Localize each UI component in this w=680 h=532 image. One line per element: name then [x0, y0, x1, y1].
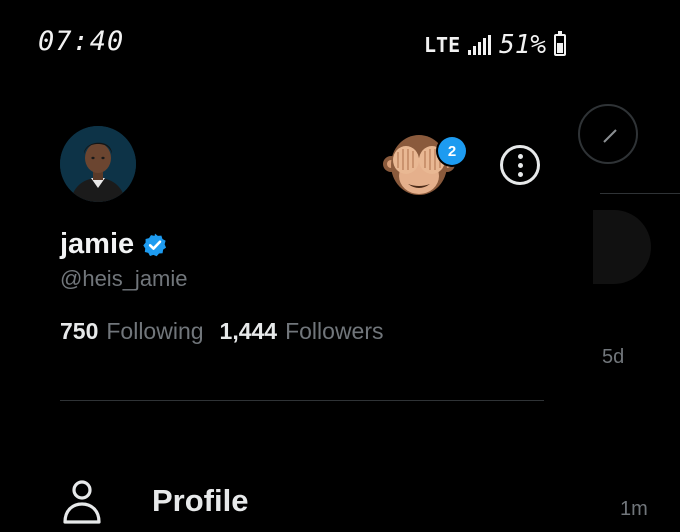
person-icon: [63, 480, 101, 524]
avatar[interactable]: [60, 126, 136, 202]
compose-button: [578, 104, 638, 164]
background-timestamp: 5d: [602, 346, 625, 368]
verified-badge-icon: [143, 233, 167, 256]
pencil-icon: [603, 129, 617, 143]
background-timestamp: 1m: [620, 498, 648, 520]
network-type: LTE: [424, 33, 461, 57]
status-time: 07:40: [38, 26, 125, 57]
user-name-row: jamie: [60, 228, 168, 261]
followers-label[interactable]: Followers: [285, 318, 383, 345]
status-icons: LTE 51%: [424, 30, 567, 60]
notification-badge: 2: [438, 137, 466, 165]
menu-item-profile[interactable]: Profile: [60, 478, 248, 524]
follow-stats: 750 Following 1,444 Followers: [60, 318, 392, 345]
user-handle: @heis_jamie: [60, 266, 188, 291]
dot: [517, 153, 523, 159]
battery-percent: 51%: [499, 30, 547, 60]
followers-count[interactable]: 1,444: [220, 318, 278, 345]
battery-icon: [554, 31, 567, 56]
divider: [60, 400, 544, 401]
more-options-button[interactable]: [500, 145, 540, 185]
following-label[interactable]: Following: [106, 318, 203, 345]
menu-item-label: Profile: [152, 483, 249, 518]
following-count[interactable]: 750: [60, 318, 98, 345]
dot: [517, 171, 523, 177]
background-avatar: [593, 210, 651, 284]
signal-icon: [468, 35, 492, 55]
user-name: jamie: [60, 228, 135, 260]
background-divider: [600, 193, 680, 194]
dot: [517, 162, 523, 168]
